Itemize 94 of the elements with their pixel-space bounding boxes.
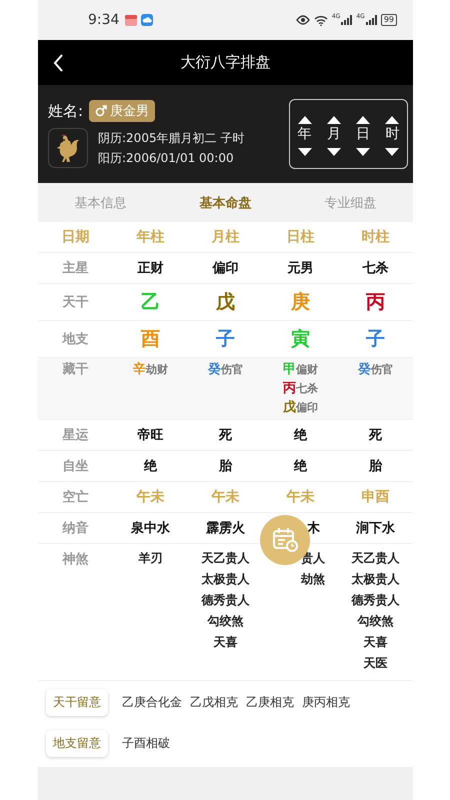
table-cell-text: 胎 bbox=[218, 458, 234, 475]
row-label: 天干 bbox=[61, 294, 90, 311]
relation-text: 乙庚相克 bbox=[246, 694, 294, 711]
table-cell-text: 帝旺 bbox=[136, 426, 164, 444]
stepper-label: 日 bbox=[356, 125, 370, 143]
shensha-text: 天乙贵人 bbox=[352, 550, 400, 567]
table-cell-text: 涧下水 bbox=[355, 520, 396, 537]
pillar-glyph: 乙 bbox=[140, 290, 161, 315]
decrease-button[interactable] bbox=[384, 145, 400, 155]
hidden-stem: 丙七杀 bbox=[283, 380, 318, 397]
pillar-glyph: 寅 bbox=[290, 327, 311, 352]
hidden-stem: 癸伤官 bbox=[208, 361, 243, 378]
table-cell-text: 午未 bbox=[135, 488, 166, 506]
stepper-label: 年 bbox=[298, 125, 312, 143]
table-cell-text: 绝 bbox=[292, 427, 308, 444]
note-tag: 天干留意 bbox=[46, 689, 108, 716]
table-cell-text: 泉中水 bbox=[130, 520, 171, 537]
pillar-glyph: 丙 bbox=[365, 290, 386, 315]
column-header: 日柱 bbox=[286, 228, 316, 246]
decrease-button[interactable] bbox=[355, 145, 372, 155]
row-label: 藏干 bbox=[62, 361, 90, 378]
calendar-clock-icon bbox=[271, 526, 299, 554]
eye-icon bbox=[296, 15, 310, 25]
rooster-avatar bbox=[48, 128, 88, 168]
relation-text: 子酉相破 bbox=[122, 735, 170, 752]
shensha-text: 德秀贵人 bbox=[352, 592, 400, 609]
clock: 9:34 bbox=[88, 12, 120, 28]
table-cell-text: 绝 bbox=[292, 458, 308, 475]
name-label: 姓名: bbox=[48, 102, 84, 120]
table-cell-text: 偏印 bbox=[211, 260, 240, 277]
shensha-text: 天喜 bbox=[364, 634, 388, 651]
table-cell-text: 元男 bbox=[286, 260, 314, 277]
stepper-label: 月 bbox=[326, 125, 341, 143]
note-tag: 地支留意 bbox=[46, 730, 108, 757]
shensha-text: 羊刃 bbox=[138, 550, 162, 567]
table-cell-text: 午未 bbox=[285, 488, 316, 506]
pillar-glyph: 庚 bbox=[290, 290, 311, 315]
page-title: 大衍八字排盘 bbox=[180, 53, 270, 72]
pillar-glyph: 酉 bbox=[140, 327, 161, 352]
column-header: 月柱 bbox=[210, 228, 240, 246]
tab[interactable]: 基本信息 bbox=[38, 183, 163, 222]
table-cell-text: 霹雳火 bbox=[205, 520, 246, 537]
signal-icon bbox=[366, 15, 377, 25]
hidden-stem: 辛劫财 bbox=[133, 360, 168, 378]
hidden-stem: 戊偏印 bbox=[283, 399, 318, 416]
decrease-button[interactable] bbox=[326, 145, 342, 155]
table-cell-text: 死 bbox=[218, 427, 233, 444]
shensha-text: 太极贵人 bbox=[202, 571, 250, 588]
tab[interactable]: 专业细盘 bbox=[288, 183, 413, 222]
table-cell-text: 死 bbox=[368, 427, 383, 444]
stepper-label: 时 bbox=[385, 125, 400, 143]
column-header: 日期 bbox=[60, 228, 90, 246]
table-cell-text: 正财 bbox=[136, 260, 164, 277]
cloud-icon bbox=[141, 14, 154, 26]
pillar-glyph: 子 bbox=[215, 327, 236, 352]
shensha-text: 勾绞煞 bbox=[208, 613, 244, 630]
row-label: 神煞 bbox=[61, 551, 90, 568]
gender-badge: 庚金男 bbox=[89, 100, 156, 122]
row-label: 自坐 bbox=[62, 458, 90, 475]
row-label: 星运 bbox=[61, 427, 90, 444]
notification-icon bbox=[125, 14, 138, 26]
wifi-icon bbox=[314, 14, 328, 26]
relation-text: 庚丙相克 bbox=[302, 694, 350, 711]
decrease-button[interactable] bbox=[296, 145, 313, 155]
column-header: 时柱 bbox=[360, 228, 390, 246]
hidden-stem: 甲偏财 bbox=[283, 361, 318, 378]
row-label: 地支 bbox=[61, 331, 90, 348]
column-header: 年柱 bbox=[135, 228, 166, 246]
shensha-text: 天喜 bbox=[214, 634, 238, 651]
relation-text: 乙庚合化金 bbox=[122, 694, 182, 711]
shensha-text: 天医 bbox=[364, 655, 388, 672]
tab[interactable]: 基本命盘 bbox=[163, 183, 288, 222]
battery-indicator: 99 bbox=[380, 14, 397, 26]
signal-icon bbox=[341, 15, 352, 25]
row-label: 纳音 bbox=[61, 520, 90, 537]
table-cell-text: 绝 bbox=[142, 458, 158, 475]
shensha-text: 劫煞 bbox=[301, 571, 325, 588]
table-cell-text: 申酉 bbox=[360, 488, 390, 506]
solar-date: 阳历:2006/01/01 00:00 bbox=[98, 150, 235, 166]
shensha-text: 勾绞煞 bbox=[358, 613, 394, 630]
pillar-glyph: 子 bbox=[365, 327, 386, 352]
shensha-text: 太极贵人 bbox=[352, 571, 400, 588]
pillar-glyph: 戊 bbox=[214, 290, 236, 315]
hidden-stem: 癸伤官 bbox=[358, 361, 393, 378]
table-cell-text: 木 bbox=[306, 520, 321, 537]
shensha-text: 德秀贵人 bbox=[202, 592, 250, 609]
relation-text: 乙戊相克 bbox=[190, 694, 238, 711]
table-cell-text: 胎 bbox=[368, 458, 384, 475]
table-cell-text: 午未 bbox=[210, 488, 240, 506]
shensha-text: 天乙贵人 bbox=[202, 550, 250, 567]
row-label: 主星 bbox=[62, 260, 90, 277]
row-label: 空亡 bbox=[62, 488, 90, 506]
lunar-date: 阴历:2005年腊月初二 子时 bbox=[98, 130, 244, 146]
table-cell-text: 七杀 bbox=[361, 260, 390, 277]
